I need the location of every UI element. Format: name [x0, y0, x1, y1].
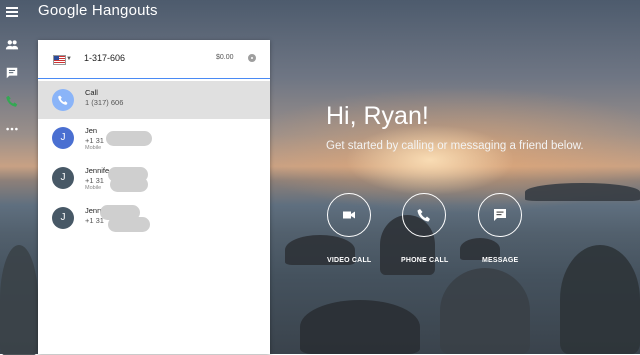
phone-icon [417, 209, 430, 222]
phone-icon [52, 89, 74, 111]
video-call-button[interactable] [327, 193, 371, 237]
avatar: J [52, 167, 74, 189]
more-icon[interactable] [5, 122, 19, 136]
contact-row[interactable]: J Jen +1 31 Mobile [38, 119, 270, 159]
greeting-subtitle: Get started by calling or messaging a fr… [326, 140, 584, 152]
redaction-blur [108, 217, 150, 232]
message-label: MESSAGE [482, 257, 519, 264]
messages-icon[interactable] [5, 66, 19, 80]
contact-name: Jen [85, 126, 98, 135]
rock [560, 245, 640, 354]
video-camera-icon [343, 211, 355, 219]
call-credit: $0.00 [216, 54, 234, 61]
phone-call-button[interactable] [402, 193, 446, 237]
us-flag-icon[interactable] [53, 55, 66, 65]
avatar: J [52, 207, 74, 229]
dialer-panel: ▼ 1-317-606 $0.00 Call 1 (317) 606 J Jen… [38, 40, 270, 354]
contacts-icon[interactable] [5, 38, 19, 52]
contact-row[interactable]: J Jennife +1 31 Mobile [38, 159, 270, 199]
contact-number: +1 31 [85, 176, 104, 185]
app-title: Google Hangouts [38, 2, 158, 19]
phone-number-input[interactable]: 1-317-606 [84, 53, 125, 63]
row-number: 1 (317) 606 [85, 98, 124, 107]
number-type: Mobile [85, 145, 102, 151]
contact-name: Jenn [85, 206, 102, 215]
rock [300, 300, 420, 354]
message-icon [494, 209, 506, 221]
phone-icon[interactable] [5, 94, 19, 108]
rock [525, 183, 640, 201]
hamburger-menu-icon[interactable] [6, 7, 18, 17]
video-call-label: VIDEO CALL [327, 257, 372, 264]
number-type: Mobile [85, 185, 102, 191]
row-title: Call [85, 88, 98, 97]
chevron-down-icon[interactable]: ▼ [66, 56, 72, 62]
rock [440, 268, 530, 354]
redaction-blur [110, 177, 148, 192]
message-button[interactable] [478, 193, 522, 237]
greeting-title: Hi, Ryan! [326, 102, 429, 130]
call-number-row[interactable]: Call 1 (317) 606 [38, 81, 270, 119]
contact-name: Jennife [85, 166, 110, 175]
phone-call-label: PHONE CALL [401, 257, 449, 264]
settings-gear-icon[interactable] [248, 54, 256, 62]
top-bar: Google Hangouts [0, 0, 640, 26]
avatar: J [52, 127, 74, 149]
dial-bar: ▼ 1-317-606 $0.00 [38, 40, 270, 79]
contact-number: +1 31 [85, 136, 104, 145]
redaction-blur [106, 131, 152, 146]
left-rail [0, 26, 24, 354]
contact-results: Call 1 (317) 606 J Jen +1 31 Mobile J Je… [38, 81, 270, 239]
contact-row[interactable]: J Jenn +1 31 [38, 199, 270, 239]
